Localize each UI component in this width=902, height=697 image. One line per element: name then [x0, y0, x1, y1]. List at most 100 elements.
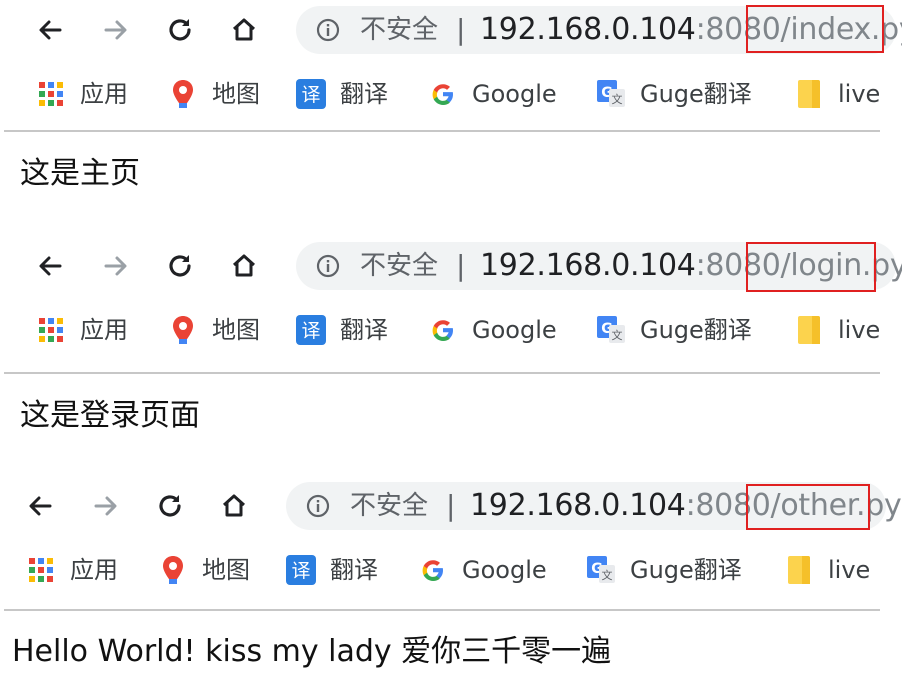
translate-icon: 译 [296, 79, 326, 109]
bookmark-guge-translate[interactable]: G文 Guge翻译 [596, 76, 752, 112]
bookmark-label: 翻译 [340, 80, 388, 108]
maps-pin-icon [168, 315, 198, 345]
bookmark-translate[interactable]: 译 翻译 [296, 312, 388, 348]
browser-toolbar: 不安全 | 192.168.0.104:8080/login.py [0, 236, 902, 298]
url-separator: | [456, 249, 466, 282]
forward-button[interactable] [100, 14, 132, 46]
bookmark-folder-live[interactable]: live [794, 312, 880, 348]
bookmark-label: live [838, 80, 881, 108]
back-button[interactable] [34, 250, 66, 282]
bookmark-label: Google [472, 316, 557, 344]
browser-toolbar: 不安全 | 192.168.0.104:8080/index.py [0, 0, 902, 62]
bookmark-guge-translate[interactable]: G文 Guge翻译 [596, 312, 752, 348]
google-translate-icon: G文 [596, 79, 626, 109]
info-icon[interactable] [316, 254, 340, 278]
bookmark-guge-translate[interactable]: G文 Guge翻译 [586, 552, 742, 588]
page-content-text: 这是主页 [20, 156, 140, 191]
svg-text:文: 文 [612, 92, 623, 106]
bookmark-label: live [838, 316, 881, 344]
bookmark-apps[interactable]: 应用 [36, 312, 128, 348]
bookmark-folder-live[interactable]: live [794, 76, 880, 112]
back-arrow-icon [29, 496, 52, 516]
bookmark-label: Guge翻译 [630, 556, 742, 584]
bookmark-maps[interactable]: 地图 [168, 76, 260, 112]
reload-button[interactable] [164, 14, 196, 46]
bookmark-maps[interactable]: 地图 [168, 312, 260, 348]
bookmark-translate[interactable]: 译 翻译 [296, 76, 388, 112]
url-separator: | [456, 13, 466, 46]
bookmark-label: 地图 [212, 316, 260, 344]
highlight-box [746, 242, 876, 292]
reload-icon [159, 495, 181, 517]
info-icon[interactable] [316, 18, 340, 42]
forward-arrow-icon [104, 20, 127, 40]
reload-icon [169, 255, 191, 277]
google-g-icon [418, 555, 448, 585]
bookmark-translate[interactable]: 译 翻译 [286, 552, 378, 588]
highlight-box [746, 484, 870, 530]
reload-icon [169, 19, 191, 41]
back-arrow-icon [39, 20, 62, 40]
bookmarks-bar: 应用 地图 译 翻译 Google G文 Guge翻译 live [0, 542, 902, 598]
bookmarks-bar: 应用 地图 译 翻译 Google G文 Guge翻译 live [0, 66, 902, 122]
page-content-text: 这是登录页面 [20, 398, 200, 433]
bookmark-maps[interactable]: 地图 [158, 552, 250, 588]
bookmark-folder-live[interactable]: live [784, 552, 870, 588]
home-icon [222, 494, 246, 517]
browser-screenshot-index: 不安全 | 192.168.0.104:8080/index.py 应用 地图 … [0, 0, 902, 230]
forward-button[interactable] [100, 250, 132, 282]
toolbar-divider [4, 609, 880, 611]
back-button[interactable] [34, 14, 66, 46]
bookmark-label: Guge翻译 [640, 80, 752, 108]
google-translate-icon: G文 [596, 315, 626, 345]
bookmark-apps[interactable]: 应用 [36, 76, 128, 112]
bookmark-google[interactable]: Google [428, 76, 557, 112]
url-host: 192.168.0.104 [480, 12, 696, 47]
svg-text:译: 译 [291, 560, 310, 582]
bookmark-apps[interactable]: 应用 [26, 552, 118, 588]
bookmark-label: 应用 [80, 316, 128, 344]
maps-pin-icon [168, 79, 198, 109]
bookmark-label: 地图 [212, 80, 260, 108]
apps-grid-icon [36, 315, 66, 345]
bookmark-google[interactable]: Google [418, 552, 547, 588]
not-secure-label: 不安全 [350, 491, 429, 521]
bookmark-label: live [828, 556, 871, 584]
bookmark-label: 应用 [70, 556, 118, 584]
forward-button[interactable] [90, 490, 122, 522]
browser-toolbar: 不安全 | 192.168.0.104:8080/other.py [0, 476, 902, 538]
folder-icon [794, 315, 824, 345]
home-button[interactable] [218, 490, 250, 522]
bookmark-google[interactable]: Google [428, 312, 557, 348]
back-arrow-icon [39, 256, 62, 276]
svg-text:译: 译 [301, 84, 320, 106]
folder-icon [784, 555, 814, 585]
svg-text:文: 文 [612, 328, 623, 342]
reload-button[interactable] [154, 490, 186, 522]
highlight-box [746, 5, 884, 53]
back-button[interactable] [24, 490, 56, 522]
bookmark-label: Google [462, 556, 547, 584]
home-button[interactable] [228, 14, 260, 46]
toolbar-divider [4, 130, 880, 132]
info-icon[interactable] [306, 494, 330, 518]
reload-button[interactable] [164, 250, 196, 282]
browser-screenshot-login: 不安全 | 192.168.0.104:8080/login.py 应用 地图 … [0, 236, 902, 466]
page-content-text: Hello World! kiss my lady 爱你三千零一遍 [12, 634, 612, 669]
bookmark-label: Google [472, 80, 557, 108]
google-translate-icon: G文 [586, 555, 616, 585]
bookmark-label: 翻译 [330, 556, 378, 584]
translate-icon: 译 [296, 315, 326, 345]
not-secure-label: 不安全 [360, 251, 439, 281]
url-separator: | [446, 489, 456, 522]
svg-text:译: 译 [301, 320, 320, 342]
google-g-icon [428, 315, 458, 345]
bookmark-label: 应用 [80, 80, 128, 108]
google-g-icon [428, 79, 458, 109]
home-icon [232, 18, 256, 41]
bookmark-label: 翻译 [340, 316, 388, 344]
folder-icon [794, 79, 824, 109]
bookmarks-bar: 应用 地图 译 翻译 Google G文 Guge翻译 live [0, 302, 902, 358]
browser-screenshot-other: 不安全 | 192.168.0.104:8080/other.py 应用 地图 … [0, 476, 902, 697]
home-button[interactable] [228, 250, 260, 282]
